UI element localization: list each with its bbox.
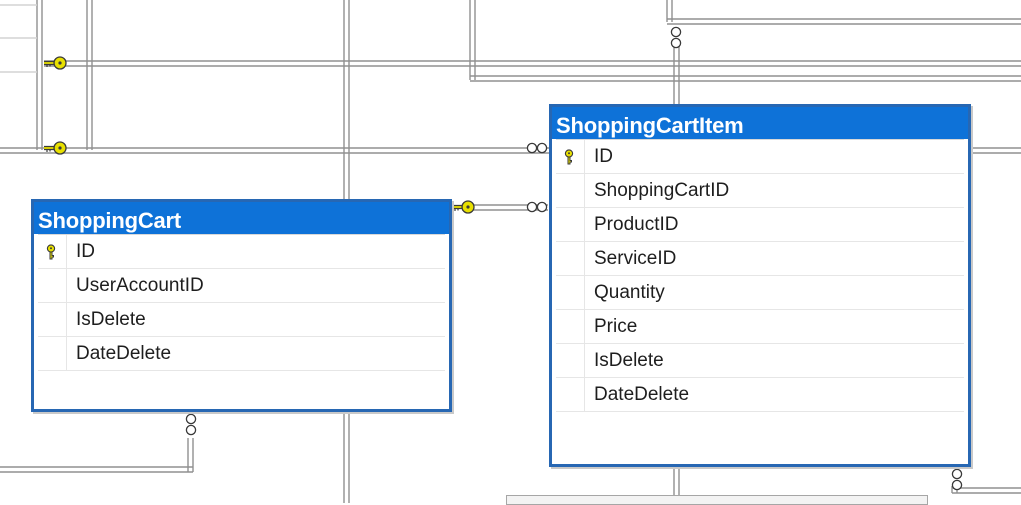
shopping-cart-table[interactable]: ShoppingCart ID UserAccountID IsDelete D… bbox=[31, 199, 452, 412]
column-row[interactable]: ServiceID bbox=[556, 242, 964, 276]
column-name: Quantity bbox=[594, 282, 665, 303]
infinity-icon bbox=[526, 142, 548, 154]
primary-key-icon bbox=[46, 244, 56, 260]
table-title[interactable]: ShoppingCartItem bbox=[552, 107, 968, 139]
column-name: ShoppingCartID bbox=[594, 180, 730, 201]
column-name: ID bbox=[76, 241, 95, 262]
column-list: ID UserAccountID IsDelete DateDelete bbox=[38, 234, 445, 371]
column-name: DateDelete bbox=[76, 343, 172, 364]
column-name: ServiceID bbox=[594, 248, 677, 269]
column-name: IsDelete bbox=[594, 350, 664, 371]
column-name: UserAccountID bbox=[76, 275, 204, 296]
relationship-key-icon bbox=[43, 141, 67, 155]
infinity-icon bbox=[185, 413, 197, 436]
column-name: ID bbox=[594, 146, 613, 167]
shopping-cart-item-table[interactable]: ShoppingCartItem ID ShoppingCartID Produ… bbox=[549, 104, 971, 467]
column-row[interactable]: Quantity bbox=[556, 276, 964, 310]
column-row[interactable]: ProductID bbox=[556, 208, 964, 242]
column-row[interactable]: DateDelete bbox=[38, 337, 445, 371]
column-row[interactable]: Price bbox=[556, 310, 964, 344]
column-row[interactable]: IsDelete bbox=[38, 303, 445, 337]
column-row[interactable]: IsDelete bbox=[556, 344, 964, 378]
infinity-icon bbox=[951, 468, 963, 491]
column-list: ID ShoppingCartID ProductID ServiceID Qu… bbox=[556, 139, 964, 412]
relationship-key-icon bbox=[43, 56, 67, 70]
column-name: Price bbox=[594, 316, 638, 337]
column-row[interactable]: DateDelete bbox=[556, 378, 964, 412]
column-name: DateDelete bbox=[594, 384, 690, 405]
infinity-icon bbox=[670, 26, 682, 49]
relationship-key-icon bbox=[451, 200, 475, 214]
column-row[interactable]: ID bbox=[38, 235, 445, 269]
column-row[interactable]: UserAccountID bbox=[38, 269, 445, 303]
column-row[interactable]: ID bbox=[556, 140, 964, 174]
column-row[interactable]: ShoppingCartID bbox=[556, 174, 964, 208]
table-title[interactable]: ShoppingCart bbox=[34, 202, 449, 234]
table-box-partial[interactable] bbox=[506, 495, 928, 505]
column-name: IsDelete bbox=[76, 309, 146, 330]
primary-key-icon bbox=[564, 149, 574, 165]
column-name: ProductID bbox=[594, 214, 679, 235]
